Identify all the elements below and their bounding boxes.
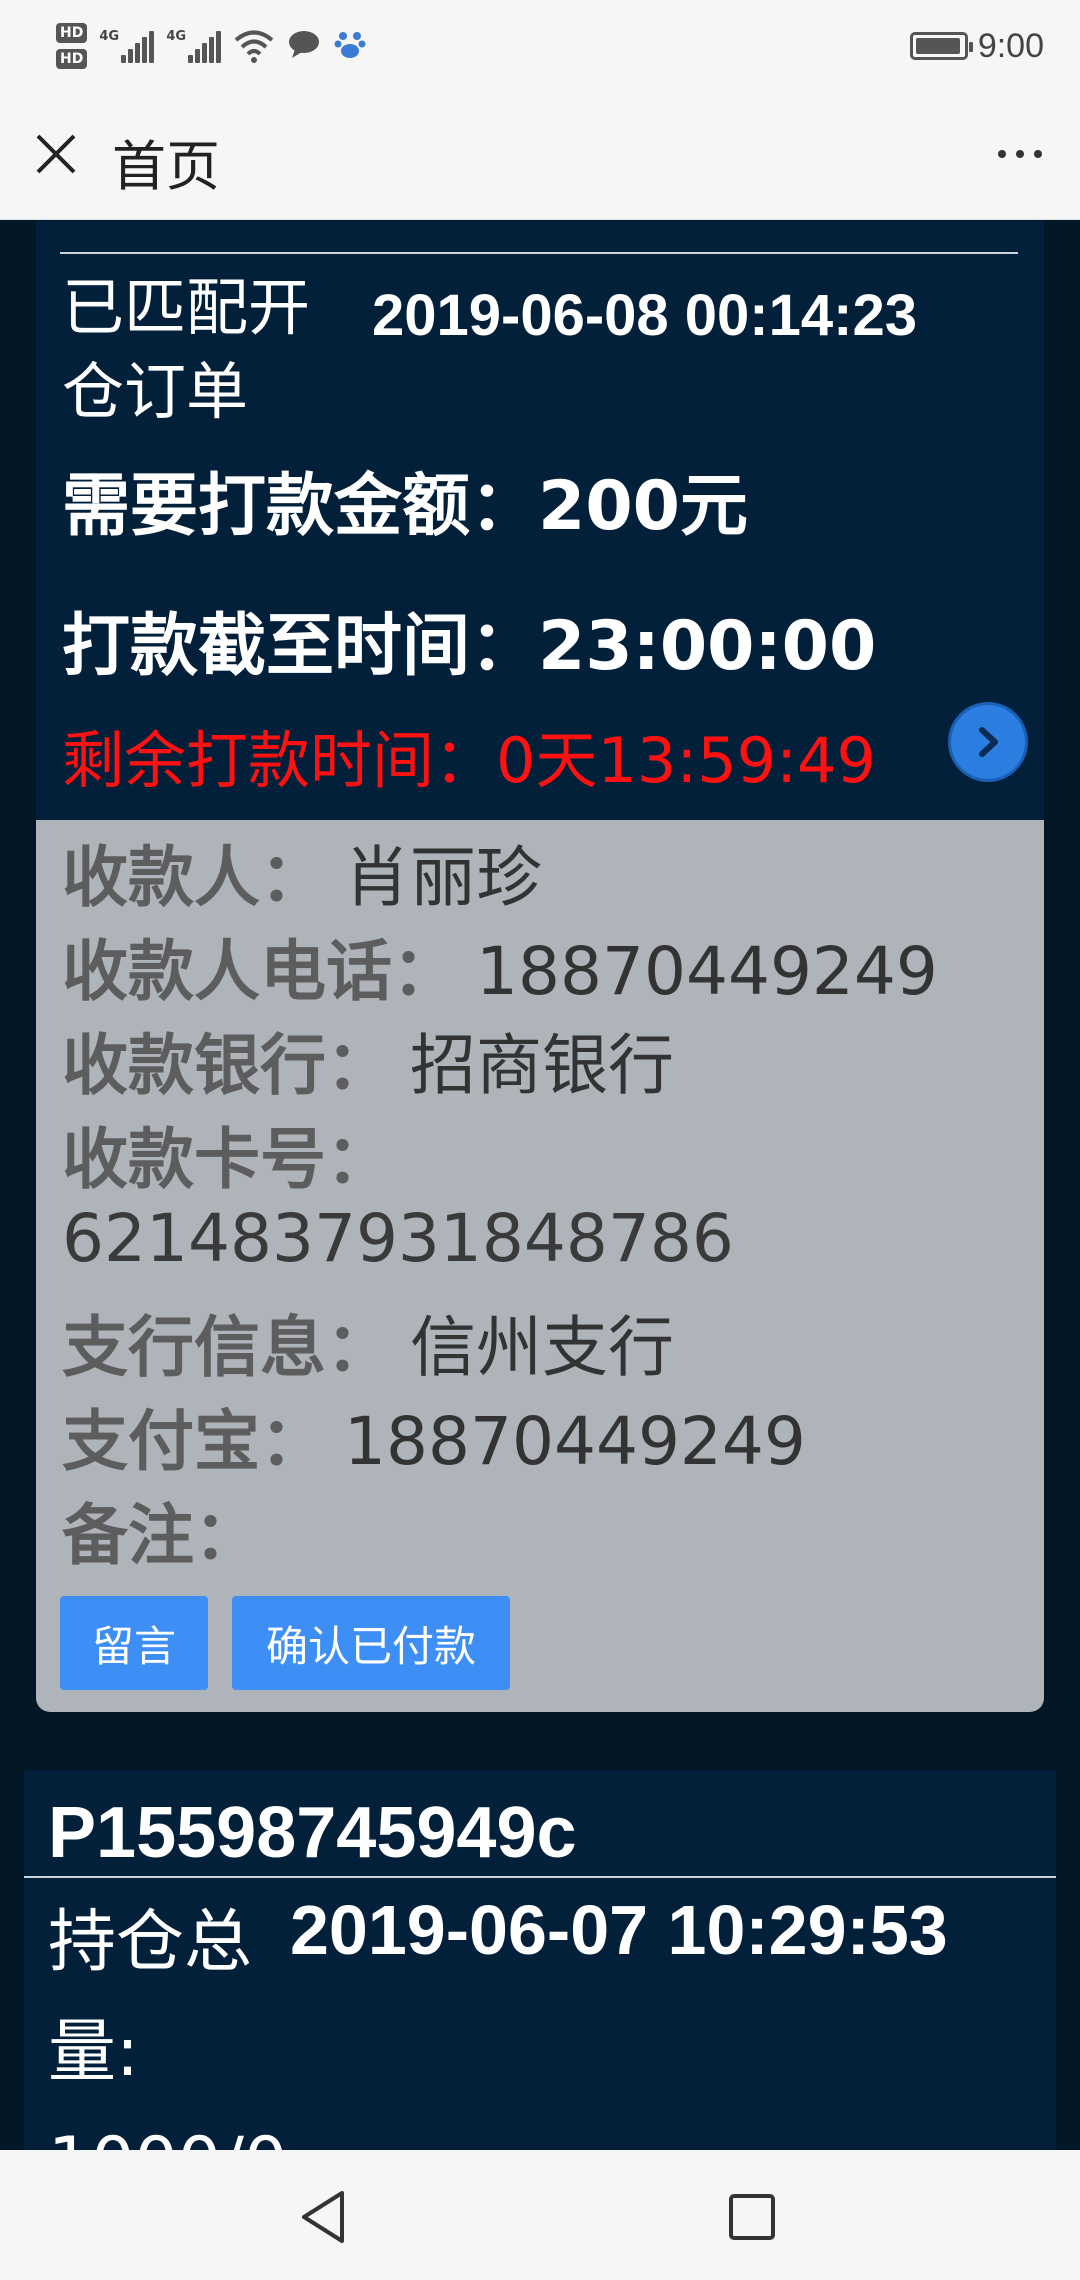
order-status-label: 已匹配开仓订单 bbox=[62, 271, 311, 428]
note-row: 备注： bbox=[62, 1482, 260, 1578]
payee-label: 收款人： bbox=[62, 839, 326, 916]
payment-remaining-time: 剩余打款时间：0天13:59:49 bbox=[62, 724, 876, 797]
status-icons-right: 9:00 bbox=[909, 20, 1044, 72]
payee-value: 肖丽珍 bbox=[344, 839, 542, 916]
signal-icon: 4G bbox=[99, 29, 155, 63]
branch-row: 支行信息： 信州支行 bbox=[62, 1294, 674, 1390]
clock: 9:00 bbox=[977, 26, 1044, 65]
hd-indicators: HD HD bbox=[56, 23, 88, 69]
order-time: 2019-06-07 10:29:53 bbox=[290, 1891, 948, 1969]
payee-info-panel: 收款人： 肖丽珍 收款人电话： 18870449249 收款银行： 招商银行 收款卡号… bbox=[36, 820, 1044, 1712]
divider bbox=[24, 1876, 1056, 1878]
order-card[interactable]: P15598745949c 持仓总量: 1000/0 2019-06-07 10… bbox=[24, 1770, 1056, 2150]
close-icon bbox=[36, 134, 76, 174]
sim1-network-tag: 4G bbox=[99, 29, 120, 44]
status-bar: HD HD 4G 4G 9:00 bbox=[0, 0, 1080, 92]
chat-icon bbox=[287, 27, 321, 65]
nav-bar: 首页 bbox=[0, 92, 1080, 220]
close-button[interactable] bbox=[28, 126, 84, 182]
system-nav-bar bbox=[0, 2150, 1080, 2280]
confirm-paid-button[interactable]: 确认已付款 bbox=[232, 1596, 510, 1690]
more-button[interactable] bbox=[988, 126, 1052, 182]
payee-phone-value: 18870449249 bbox=[476, 933, 938, 1010]
alipay-row: 支付宝： 18870449249 bbox=[62, 1388, 806, 1484]
hd2-badge: HD bbox=[56, 49, 88, 69]
chevron-right-icon bbox=[979, 727, 998, 757]
payment-amount: 需要打款金额：200元 bbox=[62, 467, 748, 546]
branch-label: 支行信息： bbox=[62, 1309, 392, 1386]
alipay-value: 18870449249 bbox=[344, 1403, 806, 1480]
payee-bank-label: 收款银行： bbox=[62, 1027, 392, 1104]
card-number-label: 收款卡号： bbox=[62, 1121, 392, 1198]
card-number-value: 6214837931848786 bbox=[62, 1200, 734, 1277]
battery-icon bbox=[909, 32, 973, 60]
order-card-header: 已匹配开仓订单 2019-06-08 00:14:23 需要打款金额：200元 … bbox=[36, 220, 1044, 840]
card-number-row: 收款卡号： bbox=[62, 1106, 392, 1202]
order-list[interactable]: 已匹配开仓订单 2019-06-08 00:14:23 需要打款金额：200元 … bbox=[0, 220, 1080, 2150]
wifi-icon bbox=[233, 28, 275, 64]
payee-phone-row: 收款人电话： 18870449249 bbox=[62, 918, 938, 1014]
note-label: 备注： bbox=[62, 1497, 260, 1574]
recents-button[interactable] bbox=[717, 2182, 787, 2252]
divider bbox=[60, 252, 1018, 254]
order-id: P15598745949c bbox=[48, 1793, 577, 1873]
order-match-time: 2019-06-08 00:14:23 bbox=[372, 283, 917, 348]
payee-bank-row: 收款银行： 招商银行 bbox=[62, 1012, 674, 1108]
payee-bank-value: 招商银行 bbox=[410, 1027, 674, 1104]
payee-row: 收款人： 肖丽珍 bbox=[62, 824, 542, 920]
branch-value: 信州支行 bbox=[410, 1309, 674, 1386]
alipay-label: 支付宝： bbox=[62, 1403, 326, 1480]
position-quantity: 持仓总量: 1000/0 bbox=[48, 1903, 287, 2150]
payee-phone-label: 收款人电话： bbox=[62, 933, 458, 1010]
payment-deadline: 打款截至时间：23:00:00 bbox=[62, 607, 877, 686]
back-button[interactable] bbox=[288, 2182, 358, 2252]
page-title: 首页 bbox=[112, 135, 220, 198]
status-icons-left: HD HD 4G 4G bbox=[56, 14, 367, 78]
more-icon bbox=[998, 150, 1006, 158]
signal-icon: 4G bbox=[166, 29, 222, 63]
recents-icon bbox=[729, 2194, 775, 2240]
order-detail-button[interactable] bbox=[948, 702, 1028, 782]
sim2-network-tag: 4G bbox=[166, 29, 187, 44]
hd1-badge: HD bbox=[56, 23, 88, 43]
back-icon bbox=[302, 2191, 344, 2243]
baidu-paw-icon bbox=[333, 27, 367, 65]
message-button[interactable]: 留言 bbox=[60, 1596, 208, 1690]
